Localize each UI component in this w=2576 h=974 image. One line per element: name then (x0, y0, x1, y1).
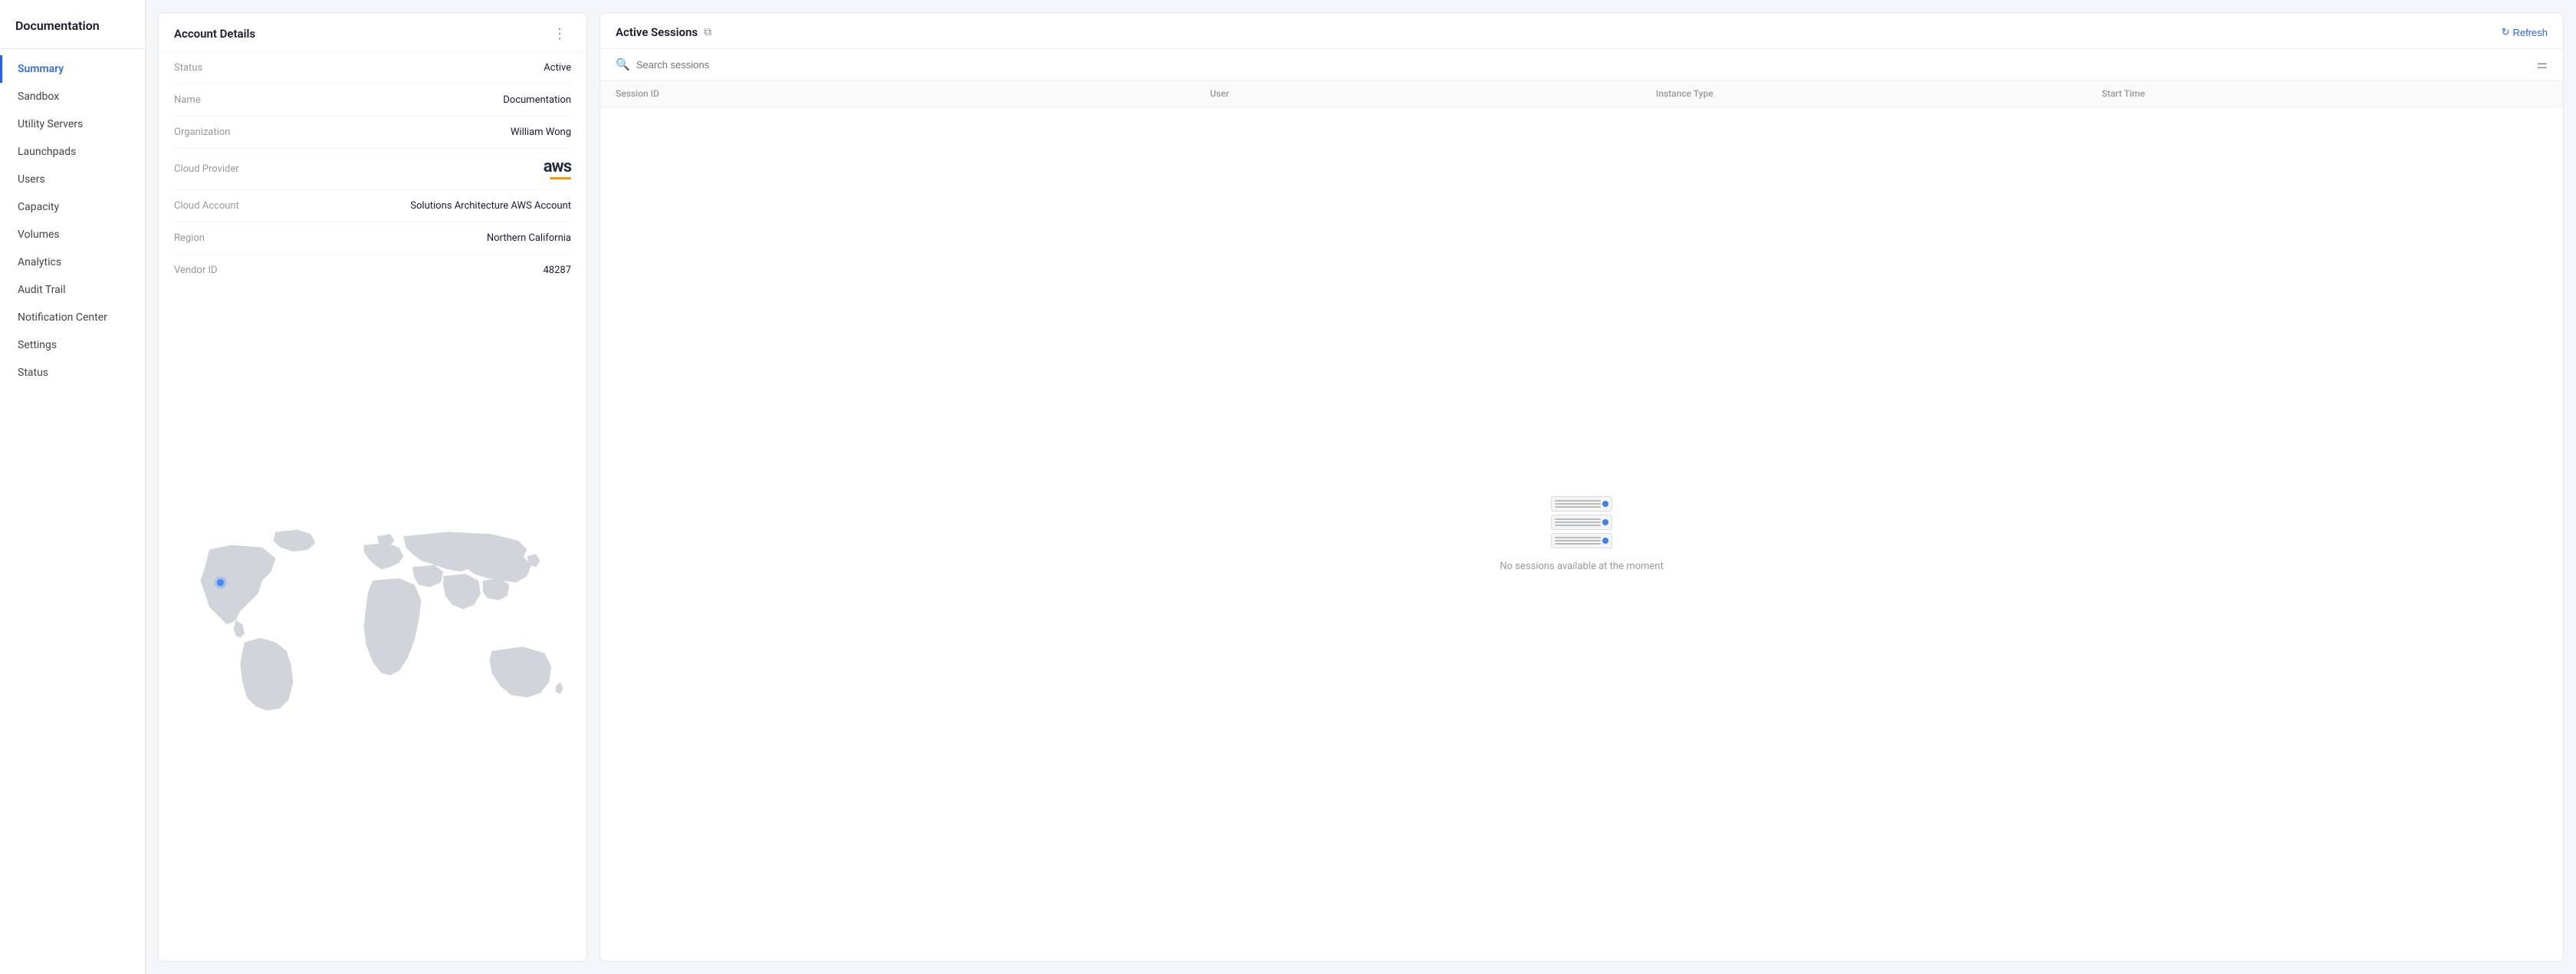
server-lines (1555, 537, 1601, 545)
sidebar-nav: SummarySandboxUtility ServersLaunchpadsU… (0, 55, 145, 387)
sessions-title: Active Sessions (616, 25, 698, 39)
main-content: Account Details ⋮ Status Active Name Docume… (146, 0, 2576, 974)
col-user: User (1210, 88, 1656, 99)
detail-label: Cloud Provider (174, 163, 239, 175)
col-start-time: Start Time (2101, 88, 2548, 99)
detail-row: Cloud Account Solutions Architecture AWS … (174, 190, 571, 222)
server-line (1555, 543, 1601, 545)
refresh-button[interactable]: ↻ Refresh (2502, 26, 2548, 38)
sidebar-item-notification-center[interactable]: Notification Center (0, 304, 145, 331)
panel-menu-button[interactable]: ⋮ (548, 25, 571, 42)
sidebar-title: Documentation (0, 18, 145, 49)
export-icon[interactable]: ⧉ (704, 26, 711, 38)
sessions-title-area: Active Sessions ⧉ (616, 25, 711, 39)
col-session-id: Session ID (616, 88, 1210, 99)
server-line (1555, 518, 1601, 520)
sidebar-item-settings[interactable]: Settings (0, 331, 145, 359)
server-line (1555, 522, 1601, 523)
aws-underline (550, 177, 571, 179)
sidebar-item-launchpads[interactable]: Launchpads (0, 138, 145, 166)
sidebar-item-summary[interactable]: Summary (0, 55, 145, 83)
server-row-2 (1551, 515, 1612, 530)
server-line (1555, 540, 1601, 541)
detail-label: Organization (174, 127, 230, 138)
search-bar: 🔍 ⚌ (600, 49, 2563, 81)
detail-row: Vendor ID 48287 (174, 255, 571, 286)
sidebar-item-analytics[interactable]: Analytics (0, 248, 145, 276)
detail-value: 48287 (543, 265, 571, 276)
detail-value: William Wong (511, 127, 571, 138)
active-sessions-panel: Active Sessions ⧉ ↻ Refresh 🔍 ⚌ Session … (600, 12, 2564, 962)
detail-label: Cloud Account (174, 200, 239, 212)
sidebar-item-sandbox[interactable]: Sandbox (0, 83, 145, 110)
detail-value: Northern California (487, 232, 571, 244)
server-lines (1555, 518, 1601, 526)
account-details-title: Account Details (174, 27, 255, 41)
aws-logo: aws (544, 159, 571, 179)
server-dot (1602, 501, 1608, 507)
detail-row: Status Active (174, 52, 571, 84)
server-line (1555, 525, 1601, 526)
server-row-3 (1551, 533, 1612, 548)
filter-button[interactable]: ⚌ (2537, 57, 2548, 72)
sidebar-item-capacity[interactable]: Capacity (0, 193, 145, 221)
detail-label: Region (174, 232, 205, 244)
aws-text: aws (544, 159, 571, 176)
sidebar: Documentation SummarySandboxUtility Serv… (0, 0, 146, 974)
panel-header: Account Details ⋮ (159, 13, 586, 52)
detail-row: Name Documentation (174, 84, 571, 117)
sidebar-item-users[interactable]: Users (0, 166, 145, 193)
server-dot (1602, 538, 1608, 544)
detail-value: Documentation (503, 94, 571, 106)
sidebar-item-volumes[interactable]: Volumes (0, 221, 145, 248)
sidebar-item-utility-servers[interactable]: Utility Servers (0, 110, 145, 138)
server-dot (1602, 519, 1608, 525)
account-details-panel: Account Details ⋮ Status Active Name Docume… (158, 12, 587, 962)
detail-label: Vendor ID (174, 265, 218, 276)
empty-state: No sessions available at the moment (600, 107, 2563, 961)
server-lines (1555, 500, 1601, 508)
detail-rows: Status Active Name Documentation Organizatio… (159, 52, 586, 286)
sidebar-item-audit-trail[interactable]: Audit Trail (0, 276, 145, 304)
refresh-label: Refresh (2512, 27, 2548, 38)
empty-message: No sessions available at the moment (1500, 561, 1663, 572)
detail-row: Cloud Provider aws (174, 149, 571, 190)
server-line (1555, 500, 1601, 502)
sessions-header: Active Sessions ⧉ ↻ Refresh (600, 13, 2563, 49)
detail-row: Organization William Wong (174, 117, 571, 149)
map-container (159, 286, 586, 961)
server-line (1555, 537, 1601, 538)
detail-label: Status (174, 62, 202, 74)
detail-value: Active (544, 62, 571, 74)
table-header: Session ID User Instance Type Start Time (600, 81, 2563, 107)
search-icon: 🔍 (616, 58, 630, 71)
server-line (1555, 506, 1601, 508)
world-map (174, 523, 571, 722)
server-illustration (1551, 496, 1612, 548)
col-instance-type: Instance Type (1656, 88, 2102, 99)
sidebar-item-status[interactable]: Status (0, 359, 145, 387)
refresh-icon: ↻ (2502, 26, 2510, 38)
detail-row: Region Northern California (174, 222, 571, 255)
detail-value: Solutions Architecture AWS Account (410, 200, 571, 212)
detail-label: Name (174, 94, 201, 106)
search-input[interactable] (636, 59, 2531, 71)
server-line (1555, 503, 1601, 505)
server-row-1 (1551, 496, 1612, 512)
